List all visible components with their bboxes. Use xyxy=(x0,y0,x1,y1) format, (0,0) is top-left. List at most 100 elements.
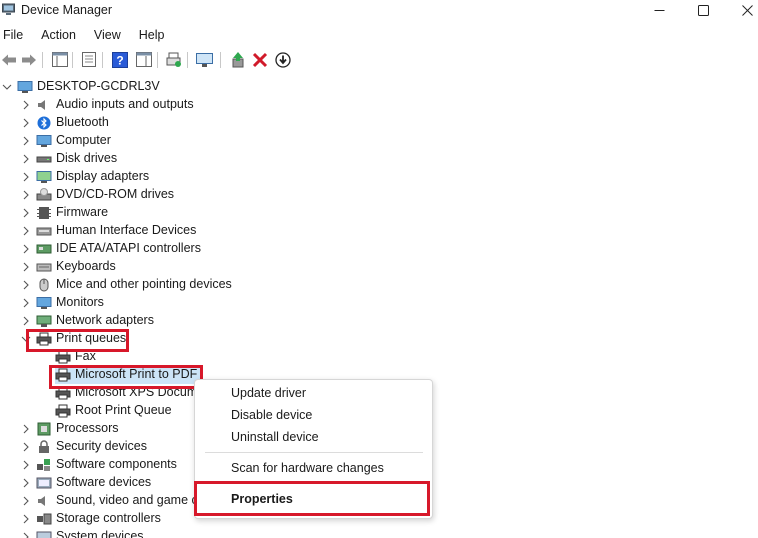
tree-item-label: Computer xyxy=(56,133,111,147)
update-driver-icon xyxy=(232,51,243,67)
close-icon xyxy=(741,4,753,16)
tree-item-label: System devices xyxy=(56,529,144,538)
chevron-right-icon[interactable] xyxy=(21,442,31,452)
tree-item-label: Processors xyxy=(56,421,119,435)
update-driver-toolbar-button[interactable] xyxy=(229,51,246,68)
tree-item-label: Sound, video and game co xyxy=(56,493,205,507)
pc-root-icon xyxy=(17,81,33,93)
display-adapter-icon xyxy=(36,171,52,183)
tree-item-network-adapters[interactable]: Network adapters xyxy=(0,312,758,330)
disk-drive-icon xyxy=(36,156,52,163)
context-disable-device[interactable]: Disable device xyxy=(231,408,312,422)
tree-item-label: Network adapters xyxy=(56,313,154,327)
tree-item-system-devices[interactable]: System devices xyxy=(0,528,758,538)
chevron-right-icon[interactable] xyxy=(21,136,31,146)
menu-view[interactable]: View xyxy=(91,26,121,44)
chevron-right-icon[interactable] xyxy=(21,100,31,110)
context-uninstall-device[interactable]: Uninstall device xyxy=(231,430,319,444)
tree-item-firmware[interactable]: Firmware xyxy=(0,204,758,222)
back-button[interactable] xyxy=(0,51,17,68)
tree-item-keyboards[interactable]: Keyboards xyxy=(0,258,758,276)
chevron-right-icon[interactable] xyxy=(21,280,31,290)
tree-item-label: Firmware xyxy=(56,205,109,219)
tree-item-label: Software devices xyxy=(56,475,152,489)
chevron-right-icon[interactable] xyxy=(21,118,31,128)
chevron-right-icon[interactable] xyxy=(21,316,31,326)
tree-item-mice-and-other-pointing-devices[interactable]: Mice and other pointing devices xyxy=(0,276,758,294)
scan-hardware-toolbar-button[interactable] xyxy=(165,51,182,68)
software-device-icon xyxy=(36,477,52,489)
monitor-toolbar-button[interactable] xyxy=(196,51,213,68)
tree-item-audio-inputs-and-outputs[interactable]: Audio inputs and outputs xyxy=(0,96,758,114)
menu-file[interactable]: File xyxy=(0,26,23,44)
device-manager-app-icon xyxy=(2,3,15,15)
tree-item-dvd-cd-rom-drives[interactable]: DVD/CD-ROM drives xyxy=(0,186,758,204)
chevron-right-icon[interactable] xyxy=(21,298,31,308)
bluetooth-icon xyxy=(37,116,51,130)
uninstall-device-toolbar-button[interactable] xyxy=(251,51,268,68)
svg-text:?: ? xyxy=(116,53,123,67)
help-icon: ? xyxy=(111,51,128,68)
tree-item-label: Monitors xyxy=(56,295,104,309)
processor-icon xyxy=(37,422,51,436)
tree-item-monitors[interactable]: Monitors xyxy=(0,294,758,312)
properties-sheet-icon xyxy=(81,52,96,67)
disable-device-toolbar-button[interactable] xyxy=(274,51,291,68)
chevron-right-icon[interactable] xyxy=(21,478,31,488)
chevron-right-icon[interactable] xyxy=(21,190,31,200)
keyboard-icon xyxy=(36,263,52,272)
chevron-right-icon[interactable] xyxy=(21,460,31,470)
tree-item-ide-ata-atapi-controllers[interactable]: IDE ATA/ATAPI controllers xyxy=(0,240,758,258)
help-button[interactable]: ? xyxy=(111,51,128,68)
chevron-right-icon[interactable] xyxy=(21,172,31,182)
window-title: Device Manager xyxy=(21,3,113,17)
chevron-right-icon[interactable] xyxy=(21,226,31,236)
chevron-right-icon[interactable] xyxy=(21,496,31,506)
show-hide-console-tree-button[interactable] xyxy=(51,51,68,68)
storage-controller-icon xyxy=(37,513,52,525)
monitor-icon xyxy=(36,297,52,309)
chevron-right-icon[interactable] xyxy=(21,244,31,254)
printer-icon xyxy=(55,404,71,418)
toolbar-separator xyxy=(42,52,43,68)
down-arrow-circle-icon xyxy=(274,51,291,68)
network-adapter-icon xyxy=(36,315,52,327)
chevron-right-icon[interactable] xyxy=(21,424,31,434)
tree-item-label: Security devices xyxy=(56,439,148,453)
chevron-right-icon[interactable] xyxy=(21,154,31,164)
toolbar-separator xyxy=(157,52,158,68)
menu-help[interactable]: Help xyxy=(136,26,165,44)
action-pane-button[interactable] xyxy=(135,51,152,68)
maximize-icon xyxy=(697,4,709,16)
software-component-icon xyxy=(37,459,50,471)
context-scan-hardware-changes[interactable]: Scan for hardware changes xyxy=(231,461,384,475)
forward-button[interactable] xyxy=(20,51,37,68)
print-queues-highlight-box xyxy=(26,329,129,352)
close-button[interactable] xyxy=(724,0,758,20)
tree-item-label: Mice and other pointing devices xyxy=(56,277,232,291)
tree-item-disk-drives[interactable]: Disk drives xyxy=(0,150,758,168)
tree-item-label: DESKTOP-GCDRL3V xyxy=(37,79,160,93)
chevron-right-icon[interactable] xyxy=(21,514,31,524)
tree-item-label: Root Print Queue xyxy=(75,403,172,417)
menu-bar: File Action View Help xyxy=(0,26,180,44)
tree-item-human-interface-devices[interactable]: Human Interface Devices xyxy=(0,222,758,240)
system-device-icon xyxy=(36,531,52,538)
tree-item-computer[interactable]: Computer xyxy=(0,132,758,150)
properties-toolbar-button[interactable] xyxy=(80,51,97,68)
menu-action[interactable]: Action xyxy=(38,26,76,44)
minimize-button[interactable] xyxy=(636,0,682,20)
chevron-right-icon[interactable] xyxy=(21,208,31,218)
chevron-right-icon[interactable] xyxy=(21,262,31,272)
maximize-button[interactable] xyxy=(680,0,726,20)
chevron-down-icon[interactable] xyxy=(2,82,12,92)
security-device-icon xyxy=(39,440,49,453)
tree-item-display-adapters[interactable]: Display adapters xyxy=(0,168,758,186)
toolbar-separator xyxy=(220,52,221,68)
title-bar: Device Manager xyxy=(0,0,758,22)
tree-item-bluetooth[interactable]: Bluetooth xyxy=(0,114,758,132)
chevron-right-icon[interactable] xyxy=(21,532,31,538)
context-update-driver[interactable]: Update driver xyxy=(231,386,306,400)
tree-item-label: Bluetooth xyxy=(56,115,109,129)
tree-root-computer[interactable]: DESKTOP-GCDRL3V xyxy=(0,78,758,96)
